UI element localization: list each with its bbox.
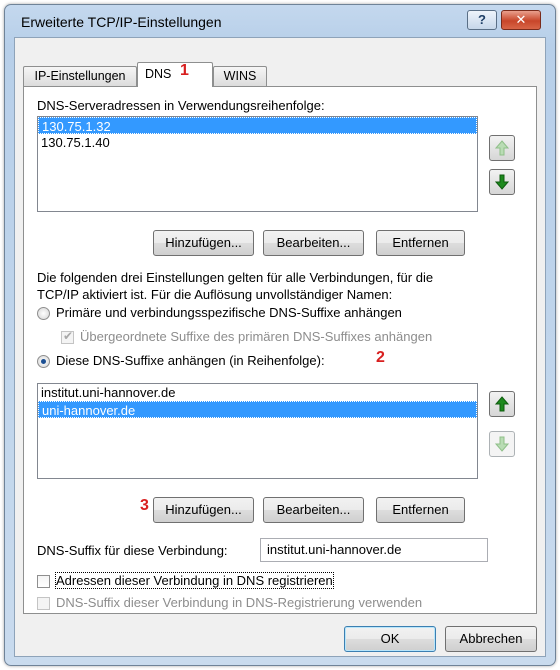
primary-suffix-radio[interactable] (37, 307, 50, 320)
register-checkbox[interactable] (37, 575, 50, 588)
use-suffix-label: DNS-Suffix dieser Verbindung in DNS-Regi… (56, 595, 423, 610)
arrow-down-icon (495, 174, 509, 190)
these-suffixes-radio[interactable] (37, 355, 50, 368)
radio-selected-dot (41, 359, 46, 364)
list-item[interactable]: 130.75.1.32 (38, 117, 477, 134)
suffix-remove-button[interactable]: Entfernen (376, 497, 465, 523)
annotation-marker-3: 3 (140, 497, 149, 514)
suffix-edit-button[interactable]: Bearbeiten... (263, 497, 364, 523)
info-text-line2: TCP/IP aktiviert ist. Für die Auflösung … (37, 287, 393, 302)
dns-servers-label: DNS-Serveradressen in Verwendungsreihenf… (37, 98, 325, 113)
these-suffixes-label[interactable]: Diese DNS-Suffixe anhängen (in Reihenfol… (56, 353, 325, 368)
close-button[interactable]: ✕ (501, 10, 541, 30)
arrow-down-icon (495, 436, 509, 452)
title-bar[interactable]: Erweiterte TCP/IP-Einstellungen ? ✕ (5, 5, 555, 37)
tab-ip-settings[interactable]: IP-Einstellungen (23, 66, 137, 86)
arrow-up-icon (495, 140, 509, 156)
suffix-add-button[interactable]: Hinzufügen... (153, 497, 254, 523)
suffix-move-up-button[interactable] (489, 391, 515, 417)
annotation-marker-2: 2 (376, 349, 385, 366)
tab-dns-label: DNS (145, 67, 172, 81)
tab-wins[interactable]: WINS (213, 66, 267, 86)
info-text-line1: Die folgenden drei Einstellungen gelten … (37, 270, 434, 285)
dns-add-button[interactable]: Hinzufügen... (153, 230, 254, 256)
window-title: Erweiterte TCP/IP-Einstellungen (21, 14, 222, 30)
arrow-up-icon (495, 396, 509, 412)
help-button[interactable]: ? (467, 10, 497, 30)
parent-suffix-label: Übergeordnete Suffixe des primären DNS-S… (80, 329, 433, 344)
ok-button[interactable]: OK (344, 626, 436, 652)
cancel-button[interactable]: Abbrechen (445, 626, 537, 652)
check-icon: ✔ (63, 329, 74, 343)
move-up-button[interactable] (489, 135, 515, 161)
suffix-move-down-button[interactable] (489, 431, 515, 457)
connection-suffix-label: DNS-Suffix für diese Verbindung: (37, 543, 228, 558)
tab-dns[interactable]: DNS (137, 62, 213, 87)
list-item[interactable]: institut.uni-hannover.de (38, 384, 477, 401)
parent-suffix-checkbox[interactable]: ✔ (61, 329, 74, 344)
use-suffix-checkbox[interactable] (37, 597, 50, 610)
list-item[interactable]: 130.75.1.40 (38, 134, 477, 151)
dialog-window: Erweiterte TCP/IP-Einstellungen ? ✕ IP-E… (4, 4, 556, 666)
dns-tab-panel: DNS-Serveradressen in Verwendungsreihenf… (23, 86, 537, 614)
annotation-marker-1: 1 (180, 62, 189, 79)
dns-remove-button[interactable]: Entfernen (376, 230, 465, 256)
dns-server-list[interactable]: 130.75.1.32 130.75.1.40 (37, 116, 478, 212)
register-label[interactable]: Adressen dieser Verbindung in DNS regist… (55, 572, 334, 589)
list-item[interactable]: uni-hannover.de (38, 401, 477, 418)
dialog-client-area: IP-Einstellungen DNS WINS 1 DNS-Serverad… (14, 37, 546, 657)
connection-suffix-field[interactable]: institut.uni-hannover.de (260, 538, 488, 562)
move-down-button[interactable] (489, 169, 515, 195)
primary-suffix-label[interactable]: Primäre und verbindungsspezifische DNS-S… (56, 305, 402, 320)
dns-edit-button[interactable]: Bearbeiten... (263, 230, 364, 256)
dns-suffix-list[interactable]: institut.uni-hannover.de uni-hannover.de (37, 383, 478, 479)
